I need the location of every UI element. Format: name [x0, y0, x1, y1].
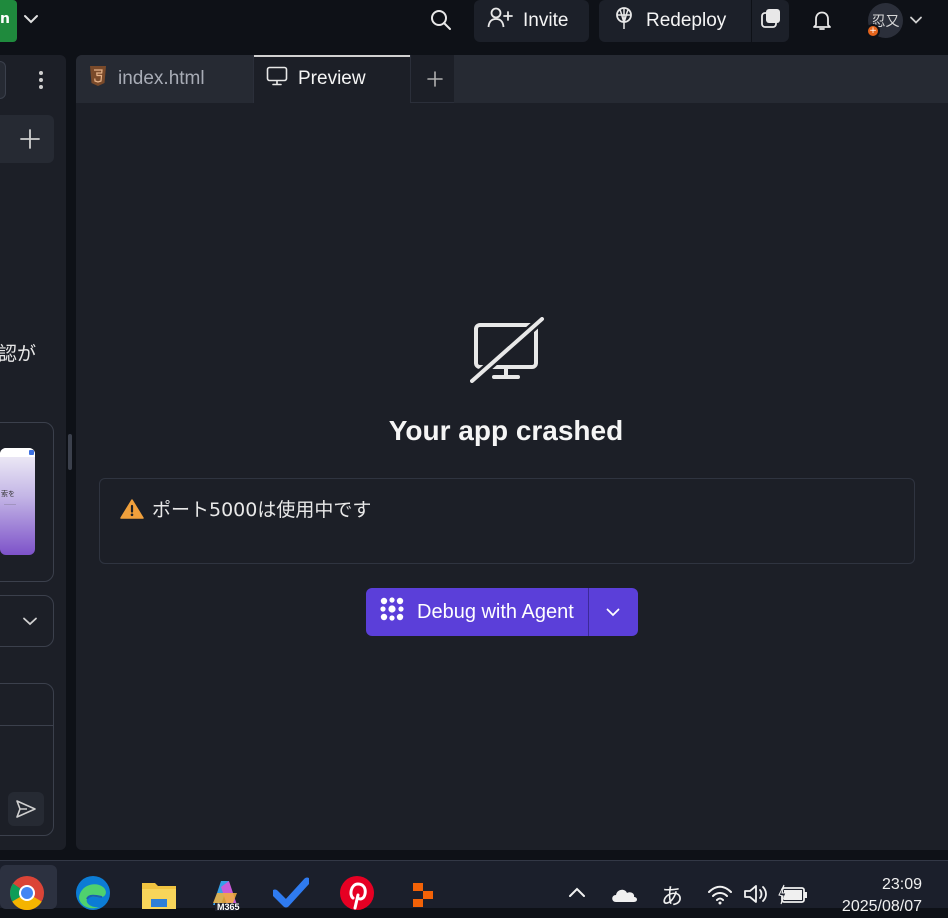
more-options-icon[interactable] [32, 66, 50, 94]
battery-icon[interactable] [778, 883, 808, 909]
chrome-icon[interactable] [9, 875, 45, 911]
monitor-icon [266, 66, 288, 92]
panel-resize-handle[interactable] [68, 434, 72, 470]
add-tab-button[interactable] [416, 55, 454, 103]
thumbnail-text: …… [4, 500, 16, 507]
deploy-icon [612, 6, 636, 36]
thumbnail-text: 索を [1, 490, 15, 498]
m365-label: M365 [217, 902, 240, 912]
avatar-badge: + [866, 24, 880, 38]
html5-icon [88, 65, 108, 93]
invite-label: Invite [523, 10, 569, 31]
todo-icon[interactable] [271, 875, 311, 911]
add-user-icon [487, 7, 513, 35]
tab-label: index.html [118, 68, 205, 89]
send-button[interactable] [8, 792, 44, 826]
wifi-icon[interactable] [707, 883, 733, 909]
edge-icon[interactable] [75, 875, 111, 911]
invite-button[interactable]: Invite [474, 0, 589, 42]
top-bar: n Invite Redeploy 忍又 + [0, 0, 948, 42]
chevron-up-icon[interactable] [567, 883, 587, 907]
error-box: ポート5000は使用中です [99, 478, 915, 564]
agent-icon [379, 596, 405, 628]
tab-index-html[interactable]: index.html [76, 55, 254, 103]
crash-title: Your app crashed [388, 415, 624, 446]
debug-label: Debug with Agent [417, 600, 574, 623]
tab-preview[interactable]: Preview [254, 55, 411, 103]
windows-icon [760, 7, 782, 35]
onedrive-icon[interactable] [610, 885, 638, 907]
left-panel: 認が 索を …… [0, 55, 66, 850]
volume-icon[interactable] [743, 883, 769, 909]
windows-button[interactable] [752, 0, 789, 42]
left-tab[interactable] [0, 61, 6, 99]
replit-icon[interactable] [405, 875, 441, 911]
taskbar: M365 あ 23:09 2025/08/07 [0, 860, 948, 915]
plus-icon [427, 71, 443, 87]
chat-message-text: 認が [0, 343, 37, 365]
debug-with-agent-button[interactable]: Debug with Agent [366, 588, 588, 636]
warning-icon [120, 498, 144, 520]
new-chat-button[interactable] [0, 115, 54, 163]
redeploy-button[interactable]: Redeploy [599, 0, 751, 42]
m365-copilot-icon[interactable]: M365 [207, 875, 243, 912]
thumbnail-dot [29, 450, 34, 455]
ime-indicator[interactable]: あ [661, 879, 683, 911]
chevron-down-icon[interactable] [21, 9, 41, 29]
tab-label: Preview [298, 68, 366, 89]
pinterest-icon[interactable] [339, 875, 375, 911]
file-explorer-icon[interactable] [141, 875, 177, 911]
tab-bar: index.html Preview [76, 55, 948, 103]
divider [0, 725, 53, 726]
redeploy-label: Redeploy [646, 10, 727, 31]
dropdown-select[interactable] [0, 595, 54, 647]
chevron-down-icon [23, 617, 37, 626]
clock-date: 2025/08/07 [841, 898, 922, 915]
clock-time: 23:09 [881, 876, 922, 893]
screenshot-thumbnail[interactable]: 索を …… [0, 448, 35, 555]
system-clock[interactable]: 23:09 2025/08/07 [830, 874, 922, 918]
plus-icon [20, 129, 40, 149]
tab-bar-empty [454, 55, 948, 103]
debug-options-button[interactable] [587, 588, 638, 636]
preview-pane: index.html Preview Your app crashed ポート5… [76, 55, 948, 850]
bell-icon[interactable] [808, 6, 836, 34]
chevron-down-icon[interactable] [906, 10, 926, 30]
search-icon[interactable] [426, 6, 456, 34]
monitor-off-icon [467, 314, 547, 386]
app-chip[interactable]: n [0, 0, 17, 42]
error-message: ポート5000は使用中です [152, 499, 372, 521]
chevron-down-icon [606, 608, 620, 617]
send-icon [16, 800, 36, 818]
debug-button-group: Debug with Agent [366, 588, 638, 636]
